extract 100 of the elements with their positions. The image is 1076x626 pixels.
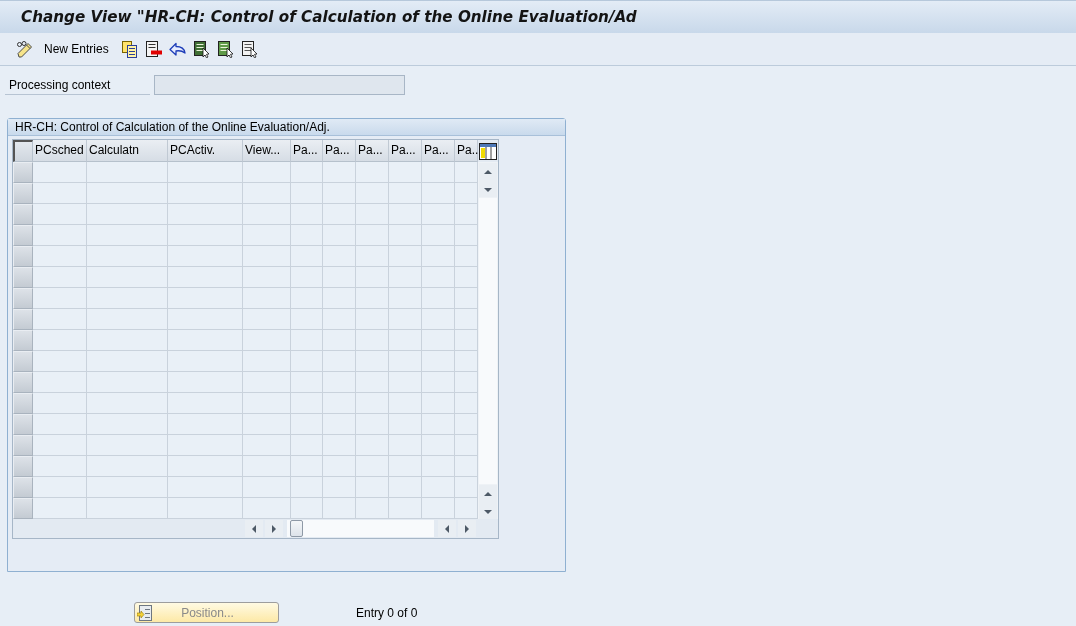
table-cell: [243, 351, 291, 372]
table-cell: [243, 267, 291, 288]
row-selector[interactable]: [13, 204, 33, 225]
scroll-left-button[interactable]: [245, 520, 263, 537]
row-selector[interactable]: [13, 309, 33, 330]
row-selector[interactable]: [13, 267, 33, 288]
table-cell: [356, 498, 389, 519]
column-header[interactable]: Pa...: [323, 140, 356, 162]
list-pointer-icon[interactable]: [240, 40, 258, 58]
column-header[interactable]: View...: [243, 140, 291, 162]
table-cell: [323, 330, 356, 351]
column-header[interactable]: Pa..: [455, 140, 478, 162]
table-cell: [243, 246, 291, 267]
row-selector[interactable]: [13, 477, 33, 498]
table-columns-icon[interactable]: [479, 142, 497, 160]
table-cell: [356, 414, 389, 435]
list-pointer-icon[interactable]: [216, 40, 234, 58]
table-cell: [33, 246, 87, 267]
scroll-left-button[interactable]: [438, 520, 456, 537]
column-header[interactable]: PCsched: [33, 140, 87, 162]
copy-icon[interactable]: [120, 40, 138, 58]
table-cell: [33, 393, 87, 414]
table-cell: [291, 204, 323, 225]
table-cell: [33, 477, 87, 498]
table-cell: [422, 246, 455, 267]
table-cell: [291, 309, 323, 330]
document-minus-icon[interactable]: [144, 40, 162, 58]
table-cell: [323, 288, 356, 309]
table-cell: [455, 288, 478, 309]
scroll-right-button[interactable]: [458, 520, 476, 537]
column-header[interactable]: Pa...: [389, 140, 422, 162]
row-selector[interactable]: [13, 435, 33, 456]
row-selector[interactable]: [13, 183, 33, 204]
scroll-right-button[interactable]: [265, 520, 283, 537]
column-header[interactable]: Pa...: [356, 140, 389, 162]
table-cell: [422, 204, 455, 225]
column-header[interactable]: PCActiv.: [168, 140, 243, 162]
table-cell: [291, 351, 323, 372]
table-cell: [422, 162, 455, 183]
table-cell: [389, 477, 422, 498]
row-selector[interactable]: [13, 498, 33, 519]
table-cell: [291, 456, 323, 477]
row-selector[interactable]: [13, 351, 33, 372]
table-cell: [455, 183, 478, 204]
table-cell: [291, 267, 323, 288]
table-cell: [243, 162, 291, 183]
table-cell: [323, 393, 356, 414]
table-cell: [422, 414, 455, 435]
table-cell: [389, 414, 422, 435]
table-cell: [323, 414, 356, 435]
table-cell: [323, 477, 356, 498]
table-cell: [455, 330, 478, 351]
table-cell: [243, 498, 291, 519]
horizontal-scrollbar[interactable]: [243, 519, 478, 538]
column-header[interactable]: Calculatn: [87, 140, 168, 162]
table-cell: [422, 351, 455, 372]
table-cell: [33, 351, 87, 372]
row-selector[interactable]: [13, 288, 33, 309]
table-cell: [33, 267, 87, 288]
table-cell: [291, 330, 323, 351]
select-all-button[interactable]: [13, 140, 33, 162]
table-cell: [389, 267, 422, 288]
column-header[interactable]: Pa...: [422, 140, 455, 162]
table-cell: [455, 372, 478, 393]
table-cell: [33, 372, 87, 393]
table-cell: [243, 477, 291, 498]
row-selector[interactable]: [13, 372, 33, 393]
row-selector[interactable]: [13, 225, 33, 246]
window-title: Change View "HR-CH: Control of Calculation of the Online Evaluation/Ad: [21, 8, 637, 26]
table-cell: [356, 162, 389, 183]
table-cell: [33, 456, 87, 477]
table-cell: [455, 225, 478, 246]
table-cell: [389, 456, 422, 477]
table-cell: [291, 246, 323, 267]
table-cell: [243, 309, 291, 330]
row-selector[interactable]: [13, 330, 33, 351]
table-cell: [356, 435, 389, 456]
table-cell: [389, 204, 422, 225]
table-cell: [33, 414, 87, 435]
table-cell: [323, 351, 356, 372]
table-cell: [422, 435, 455, 456]
row-selector[interactable]: [13, 414, 33, 435]
table-cell: [291, 372, 323, 393]
row-selector[interactable]: [13, 456, 33, 477]
list-pointer-icon[interactable]: [192, 40, 210, 58]
table-cell: [33, 288, 87, 309]
scrollbar-thumb[interactable]: [290, 520, 303, 537]
vertical-scrollbar[interactable]: [478, 162, 498, 519]
row-selector[interactable]: [13, 246, 33, 267]
table-cell: [356, 477, 389, 498]
table-cell: [323, 204, 356, 225]
undo-arrow-icon[interactable]: [168, 40, 186, 58]
table-cell: [389, 288, 422, 309]
table-cell: [356, 204, 389, 225]
column-header[interactable]: Pa...: [291, 140, 323, 162]
table-cell: [323, 246, 356, 267]
new-entries-button[interactable]: New Entries: [14, 38, 111, 60]
table-cell: [422, 309, 455, 330]
row-selector[interactable]: [13, 393, 33, 414]
table-cell: [455, 498, 478, 519]
